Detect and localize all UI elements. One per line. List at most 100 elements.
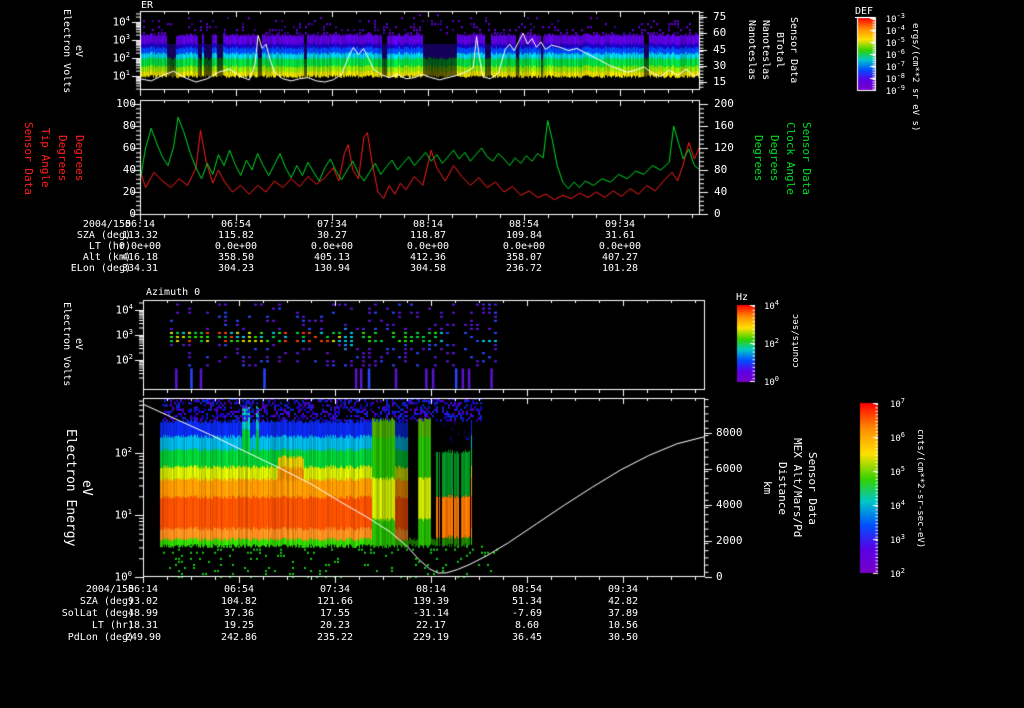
panel4-ytick: 101 — [114, 508, 132, 522]
panel4-right-tick: 4000 — [716, 498, 743, 511]
panel4-ytick: 102 — [114, 446, 132, 460]
panel2-right-tick: 120 — [714, 141, 734, 154]
table2-cell: 37.89 — [607, 608, 639, 619]
panel2-right-tick: 0 — [714, 207, 721, 220]
panel4-right-tick: 2000 — [716, 534, 743, 547]
def-colorbar-units: ergs/(cm**2 sr eV s) — [910, 22, 920, 132]
panel3-ytick: 102 — [115, 353, 133, 367]
panel4-ytick: 100 — [114, 570, 132, 584]
table1-cell: 405.13 — [313, 252, 351, 263]
table1-cell: 06:14 — [124, 219, 156, 230]
table1-cell: 07:34 — [316, 219, 348, 230]
panel1-right-tick: 15 — [713, 75, 727, 88]
table1-cell: 358.50 — [217, 252, 255, 263]
cnts-colorbar-tick: 107 — [889, 397, 905, 411]
table2-cell: 8.60 — [514, 620, 540, 631]
table2-cell: 37.36 — [223, 608, 255, 619]
panel1-ytick: 102 — [112, 51, 130, 65]
table2-cell: 10.56 — [607, 620, 639, 631]
table1-cell: 08:54 — [508, 219, 540, 230]
table2-cell: 229.19 — [412, 632, 450, 643]
panel1-right-axis-label: Sensor Data BTotal Nanoteslas Nanoteslas — [746, 16, 799, 84]
table1-cell: 0.0e+00 — [502, 241, 546, 252]
table1-cell: 109.84 — [505, 230, 543, 241]
hz-colorbar-tick: 102 — [763, 337, 779, 351]
cnts-colorbar-tick: 104 — [889, 499, 905, 513]
table1-cell: 0.0e+00 — [118, 241, 162, 252]
hz-colorbar-label: Hz — [736, 292, 749, 303]
table2-cell: 19.25 — [223, 620, 255, 631]
cnts-colorbar — [860, 403, 878, 573]
panel2-left-tick: 80 — [122, 119, 136, 132]
panel2-right-tick: 80 — [714, 163, 728, 176]
cnts-colorbar-tick: 105 — [889, 465, 905, 479]
table1-cell: 118.87 — [409, 230, 447, 241]
table2-cell: 22.17 — [415, 620, 447, 631]
panel2-angle-plot — [140, 100, 700, 215]
cnts-colorbar-units: cnts/(cm**2-sr-sec-eV) — [915, 429, 925, 549]
table1-cell: 0.0e+00 — [310, 241, 354, 252]
table1-cell: 0.0e+00 — [406, 241, 450, 252]
panel4-y-axis-label: Electron Energy eV — [63, 429, 94, 547]
table2-cell: 42.82 — [607, 596, 639, 607]
table1-cell: 0.0e+00 — [598, 241, 642, 252]
cnts-colorbar-tick: 102 — [889, 567, 905, 581]
table2-cell: 08:54 — [511, 584, 543, 595]
table2-cell: 08:14 — [415, 584, 447, 595]
def-colorbar-tick: 10-9 — [885, 84, 905, 98]
table2-cell: 06:54 — [223, 584, 255, 595]
panel2-right-tick: 200 — [714, 97, 734, 110]
table1-cell: 09:34 — [604, 219, 636, 230]
table1-cell: 0.0e+00 — [214, 241, 258, 252]
table1-cell: 412.36 — [409, 252, 447, 263]
panel2-right-tick: 40 — [714, 185, 728, 198]
table2-cell: 51.34 — [511, 596, 543, 607]
table2-cell: 104.82 — [220, 596, 258, 607]
panel3-ytick: 103 — [115, 328, 133, 342]
table1-cell: 08:14 — [412, 219, 444, 230]
table1-cell: 304.58 — [409, 263, 447, 274]
panel1-ytick: 104 — [112, 15, 130, 29]
table2-cell: 18.31 — [127, 620, 159, 631]
panel2-left-tick: 0 — [129, 207, 136, 220]
panel1-title: ER — [141, 0, 154, 11]
panel1-right-tick: 45 — [713, 43, 727, 56]
table1-cell: 113.32 — [121, 230, 159, 241]
panel2-left-tick: 100 — [116, 97, 136, 110]
panel2-left-axis-label: Sensor Data Tip Angle Degrees Degrees — [22, 121, 86, 195]
table2-cell: 121.66 — [316, 596, 354, 607]
panel1-right-tick: 75 — [713, 10, 727, 23]
table1-cell: 115.82 — [217, 230, 255, 241]
def-colorbar-label: DEF — [855, 6, 874, 18]
table2-cell: 06:14 — [127, 584, 159, 595]
table2-cell: -31.14 — [412, 608, 450, 619]
panel3-ytick: 104 — [115, 303, 133, 317]
table1-cell: 407.27 — [601, 252, 639, 263]
table2-cell: 07:34 — [319, 584, 351, 595]
table1-cell: 101.28 — [601, 263, 639, 274]
table1-cell: 130.94 — [313, 263, 351, 274]
table2-cell: 30.50 — [607, 632, 639, 643]
def-colorbar — [858, 18, 875, 90]
table1-cell: 31.61 — [604, 230, 636, 241]
panel1-spectrogram — [140, 11, 700, 90]
panel1-right-tick: 60 — [713, 26, 727, 39]
table1-cell: 334.31 — [121, 263, 159, 274]
panel1-ytick: 103 — [112, 33, 130, 47]
table2-cell: 93.02 — [127, 596, 159, 607]
table2-cell: 20.23 — [319, 620, 351, 631]
hz-colorbar — [737, 305, 755, 382]
panel4-right-tick: 8000 — [716, 426, 743, 439]
panel4-energy-spectrogram — [143, 398, 705, 577]
table2-cell: 249.90 — [124, 632, 162, 643]
hz-colorbar-tick: 100 — [763, 375, 779, 389]
panel2-left-tick: 60 — [122, 141, 136, 154]
table2-cell: 09:34 — [607, 584, 639, 595]
panel2-left-tick: 20 — [122, 185, 136, 198]
hz-colorbar-units: counts/sec — [791, 313, 801, 369]
table2-cell: 17.55 — [319, 608, 351, 619]
panel4-right-tick: 6000 — [716, 462, 743, 475]
table1-cell: 30.27 — [316, 230, 348, 241]
plot-figure: ER Azimuth 0 DEF Hz 104 103 102 101 104 103 10… — [0, 0, 1024, 708]
panel1-right-tick: 30 — [713, 59, 727, 72]
